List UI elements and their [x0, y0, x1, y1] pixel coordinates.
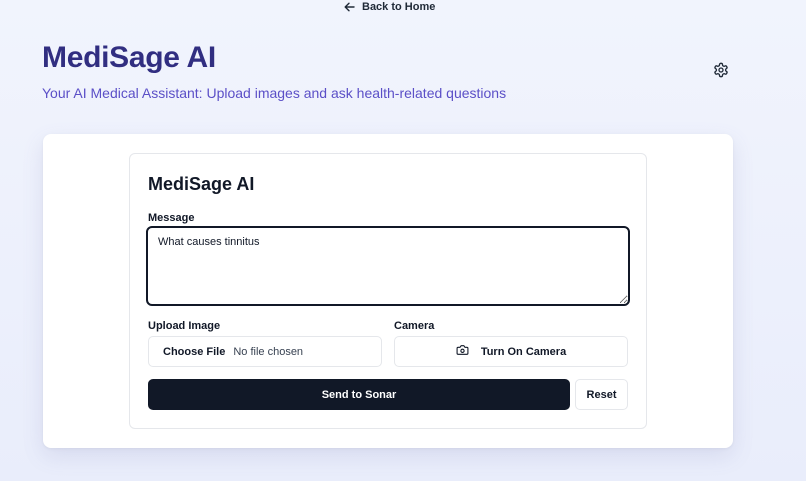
- main-card: MediSage AI Message Upload Image Choose …: [43, 134, 733, 448]
- back-to-home-link[interactable]: Back to Home: [344, 0, 435, 14]
- camera-label: Camera: [394, 320, 435, 332]
- file-status: No file chosen: [233, 345, 304, 358]
- settings-button[interactable]: [712, 62, 730, 83]
- choose-file-button[interactable]: Choose File: [163, 346, 225, 358]
- page-subtitle: Your AI Medical Assistant: Upload images…: [42, 85, 507, 101]
- send-to-sonar-button[interactable]: Send to Sonar: [148, 379, 570, 410]
- message-input[interactable]: [146, 226, 630, 306]
- arrow-left-icon: [344, 2, 355, 12]
- reset-button[interactable]: Reset: [575, 379, 628, 410]
- back-to-home-label: Back to Home: [362, 1, 436, 13]
- turn-on-camera-button[interactable]: Turn On Camera: [394, 336, 628, 367]
- message-label: Message: [148, 212, 195, 224]
- file-input[interactable]: Choose File No file chosen: [148, 336, 382, 367]
- page-title: MediSage AI: [42, 41, 216, 74]
- form-title: MediSage AI: [148, 174, 255, 194]
- camera-icon: [456, 344, 469, 359]
- chat-form-card: MediSage AI Message Upload Image Choose …: [129, 153, 647, 429]
- gear-icon: [713, 62, 729, 83]
- upload-image-label: Upload Image: [148, 320, 221, 332]
- turn-on-camera-label: Turn On Camera: [480, 345, 567, 358]
